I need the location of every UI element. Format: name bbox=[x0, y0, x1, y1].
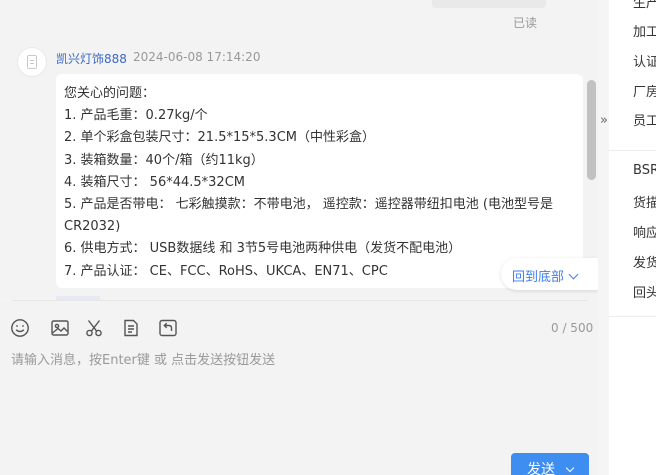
panel-item-bsr: BSR bbox=[633, 163, 656, 178]
chat-history: 已读 凯兴灯饰888 2024-06-08 17:14:20 您关心的问题： 1… bbox=[0, 0, 598, 300]
panel-item-response: 响应 bbox=[633, 226, 656, 241]
chevron-down-icon bbox=[568, 269, 579, 280]
message-composer: 0 / 500 发送 bbox=[0, 301, 598, 475]
back-to-bottom-label: 回到底部 bbox=[512, 270, 565, 285]
panel-divider bbox=[609, 150, 656, 151]
recall-icon[interactable] bbox=[158, 318, 178, 338]
character-count: 0 / 500 bbox=[551, 321, 594, 335]
send-button[interactable]: 发送 bbox=[511, 453, 589, 475]
scissors-icon[interactable] bbox=[84, 318, 104, 338]
message-line: 1. 产品毛重：0.27kg/个 bbox=[64, 108, 208, 124]
send-options-chevron-icon[interactable] bbox=[565, 463, 575, 473]
panel-item-certification: 认证 bbox=[633, 55, 656, 70]
message-line: 3. 装箱数量：40个/箱（约11kg） bbox=[64, 152, 264, 168]
back-to-bottom-button[interactable]: 回到底部 bbox=[501, 258, 598, 290]
panel-item-staff: 员工 bbox=[633, 114, 656, 129]
store-icon bbox=[27, 55, 37, 69]
panel-divider bbox=[609, 316, 656, 317]
avatar bbox=[17, 47, 47, 77]
message-bubble: 您关心的问题： 1. 产品毛重：0.27kg/个 2. 单个彩盒包装尺寸：21.… bbox=[56, 74, 583, 288]
message-input[interactable] bbox=[11, 349, 586, 449]
read-status: 已读 bbox=[513, 16, 538, 30]
document-icon[interactable] bbox=[121, 318, 141, 338]
panel-item-description: 货描 bbox=[633, 196, 656, 211]
image-icon[interactable] bbox=[50, 318, 70, 338]
scrollbar-thumb[interactable] bbox=[587, 80, 596, 180]
previous-message-bubble bbox=[432, 0, 546, 8]
emoji-icon[interactable] bbox=[10, 318, 30, 338]
message-line: 5. 产品是否带电： 七彩触摸款：不带电池， 遥控款：遥控器带纽扣电池 (电池型… bbox=[64, 197, 554, 235]
panel-item-processing: 加工 bbox=[633, 25, 656, 40]
send-button-label: 发送 bbox=[527, 462, 555, 475]
message-line: 2. 单个彩盒包装尺寸：21.5*15*5.3CM（中性彩盒） bbox=[64, 130, 375, 146]
right-info-panel: 生产 加工 认证 厂房 员工 BSR 货描 响应 发货 回头 bbox=[609, 0, 656, 475]
message-line: 4. 装箱尺寸： 56*44.5*32CM bbox=[64, 174, 245, 190]
panel-item-shipping: 发货 bbox=[633, 256, 656, 271]
message-line: 6. 供电方式： USB数据线 和 3节5号电池两种供电（发货不配电池） bbox=[64, 241, 462, 257]
message-line: 您关心的问题： bbox=[64, 86, 156, 101]
panel-item-factory: 厂房 bbox=[633, 85, 656, 100]
panel-item-repeat: 回头 bbox=[633, 286, 656, 301]
sender-name[interactable]: 凯兴灯饰888 bbox=[56, 50, 127, 67]
message-timestamp: 2024-06-08 17:14:20 bbox=[133, 50, 261, 64]
panel-item-production: 生产 bbox=[633, 0, 656, 11]
